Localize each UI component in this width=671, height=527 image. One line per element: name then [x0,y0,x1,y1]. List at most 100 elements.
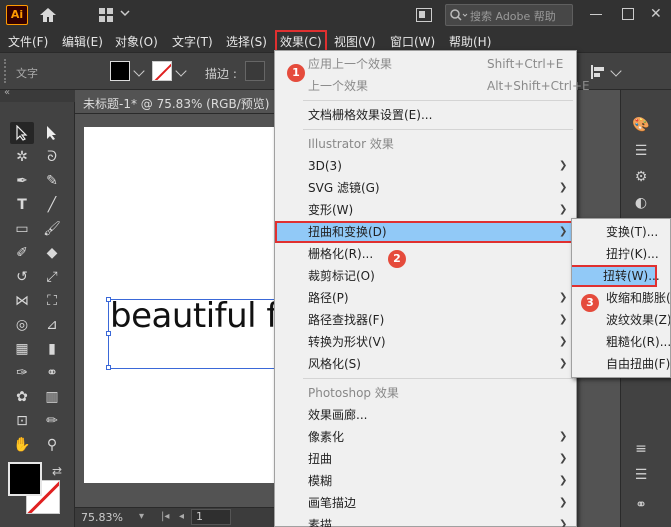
menu-file[interactable]: 文件(F) [8,33,48,50]
help-search-input[interactable]: 搜索 Adobe 帮助 [445,4,573,26]
submenu-item-zig-zag[interactable]: 波纹效果(Z)... [572,309,670,331]
menu-type[interactable]: 文字(T) [172,33,213,50]
mesh-tool-icon[interactable]: ▦ [10,338,34,360]
stroke-panel-icon[interactable]: ☰ [631,466,651,484]
rectangle-tool-icon[interactable]: ▭ [10,218,34,240]
selection-handle[interactable] [106,365,111,370]
chevron-down-icon[interactable] [120,8,130,18]
menu-item-blur[interactable]: 模糊 ❯ [275,470,576,492]
menu-edit[interactable]: 编辑(E) [62,33,103,50]
workspace-layout-icon[interactable] [98,7,114,23]
arrange-documents-icon[interactable] [416,8,432,22]
text-frame-selection[interactable] [106,297,278,370]
menu-item-apply-last-effect[interactable]: 应用上一个效果 Shift+Ctrl+E [275,53,576,75]
align-icon[interactable] [590,65,606,79]
menu-effect[interactable]: 效果(C) [275,30,327,53]
blend-tool-icon[interactable]: ⚭ [40,362,64,384]
menu-item-sketch[interactable]: 素描 ❯ [275,514,576,527]
zoom-tool-icon[interactable]: ⚲ [40,434,64,456]
gradient-tool-icon[interactable]: ▮ [40,338,64,360]
submenu-item-tweak[interactable]: 扭拧(K)... [572,243,670,265]
menu-item-distort-transform[interactable]: 扭曲和变换(D) ❯ [275,221,576,243]
menu-item-effect-gallery[interactable]: 效果画廊... [275,404,576,426]
graph-tool-icon[interactable]: ▥ [40,386,64,408]
menu-item-pathfinder[interactable]: 路径查找器(F) ❯ [275,309,576,331]
direct-selection-tool-icon[interactable] [40,122,64,144]
menu-item-last-effect[interactable]: 上一个效果 Alt+Shift+Ctrl+E [275,75,590,97]
paintbrush-tool-icon[interactable]: 🖌 [40,218,64,240]
layers-panel-icon[interactable]: ≡ [631,440,651,458]
step-badge-1: 1 [287,64,305,82]
rotate-tool-icon[interactable]: ↺ [10,266,34,288]
minimize-button[interactable] [590,14,602,15]
menu-select[interactable]: 选择(S) [226,33,267,50]
shape-builder-tool-icon[interactable]: ◎ [10,314,34,336]
perspective-grid-tool-icon[interactable]: ⊿ [40,314,64,336]
width-tool-icon[interactable]: ⋈ [10,290,34,312]
submenu-item-transform[interactable]: 变换(T)... [572,221,670,243]
document-tab-title: 未标题-1* @ 75.83% (RGB/预览) [83,97,270,111]
chevron-down-icon[interactable] [133,65,145,77]
links-panel-icon[interactable]: ⚭ [631,496,651,514]
panel-grip[interactable] [4,59,7,83]
chevron-down-icon[interactable]: ▾ [139,511,144,522]
hand-tool-icon[interactable]: ✋ [10,434,34,456]
line-tool-icon[interactable]: ╱ [40,194,64,216]
menu-item-pixelate[interactable]: 像素化 ❯ [275,426,576,448]
color-panel-icon[interactable]: 🎨 [631,116,651,134]
symbol-sprayer-tool-icon[interactable]: ✿ [10,386,34,408]
shaper-tool-icon[interactable]: ✐ [10,242,34,264]
menu-item-svg-filters[interactable]: SVG 滤镜(G) ❯ [275,177,576,199]
free-transform-tool-icon[interactable]: ⛶ [40,290,64,312]
menu-window[interactable]: 窗口(W) [390,33,435,50]
menu-view[interactable]: 视图(V) [334,33,376,50]
fill-color-box[interactable] [8,462,42,496]
chevron-down-icon[interactable] [175,65,187,77]
menu-item-brush-strokes[interactable]: 画笔描边 ❯ [275,492,576,514]
swap-fill-stroke-icon[interactable]: ⇄ [52,464,62,478]
maximize-button[interactable] [622,8,634,20]
slice-tool-icon[interactable]: ✏ [40,410,64,432]
eraser-tool-icon[interactable]: ◆ [40,242,64,264]
menu-item-document-raster-settings[interactable]: 文档栅格效果设置(E)... [275,104,576,126]
stroke-swatch[interactable] [152,61,172,81]
zoom-level[interactable]: 75.83% [81,511,123,524]
menu-item-warp[interactable]: 变形(W) ❯ [275,199,576,221]
chevron-down-icon[interactable] [610,65,622,77]
menu-help[interactable]: 帮助(H) [449,33,491,50]
menu-item-convert-to-shape[interactable]: 转换为形状(V) ❯ [275,331,576,353]
document-tab[interactable]: 未标题-1* @ 75.83% (RGB/预览) [75,90,275,114]
fill-swatch[interactable] [110,61,130,81]
first-page-icon[interactable]: |◂ [161,511,169,522]
menu-object[interactable]: 对象(O) [115,33,158,50]
menu-item-path[interactable]: 路径(P) ❯ [275,287,576,309]
curvature-tool-icon[interactable]: ✎ [40,170,64,192]
selection-handle[interactable] [106,297,111,302]
home-icon[interactable] [38,6,58,24]
lasso-tool-icon[interactable]: ᘐ [40,146,64,168]
menu-item-3d[interactable]: 3D(3) ❯ [275,155,576,177]
pen-tool-icon[interactable]: ✒ [10,170,34,192]
artboard-tool-icon[interactable]: ⊡ [10,410,34,432]
stroke-weight-input[interactable] [245,61,265,81]
submenu-item-roughen[interactable]: 粗糙化(R)... [572,331,670,353]
submenu-item-twist[interactable]: 扭转(W)... [572,265,660,287]
menu-item-rasterize[interactable]: 栅格化(R)... [275,243,576,265]
appearance-panel-icon[interactable]: ⚙ [631,168,651,186]
close-window-button[interactable]: ✕ [650,6,662,22]
page-number-input[interactable]: 1 [191,509,231,525]
menu-item-crop-marks[interactable]: 裁剪标记(O) [275,265,576,287]
properties-panel-icon[interactable]: ☰ [631,142,651,160]
eyedropper-tool-icon[interactable]: ✑ [10,362,34,384]
magic-wand-tool-icon[interactable]: ✲ [10,146,34,168]
type-tool-icon[interactable]: T [10,194,34,216]
menu-item-distort[interactable]: 扭曲 ❯ [275,448,576,470]
scale-tool-icon[interactable]: ⤢ [40,266,64,288]
selection-tool-icon[interactable] [10,122,34,144]
swatches-panel-icon[interactable]: ◐ [631,194,651,212]
tools-panel-header: « [0,87,75,102]
selection-handle[interactable] [106,331,111,336]
submenu-item-free-distort[interactable]: 自由扭曲(F)... [572,353,670,375]
prev-page-icon[interactable]: ◂ [179,511,184,522]
menu-item-stylize[interactable]: 风格化(S) ❯ [275,353,576,375]
